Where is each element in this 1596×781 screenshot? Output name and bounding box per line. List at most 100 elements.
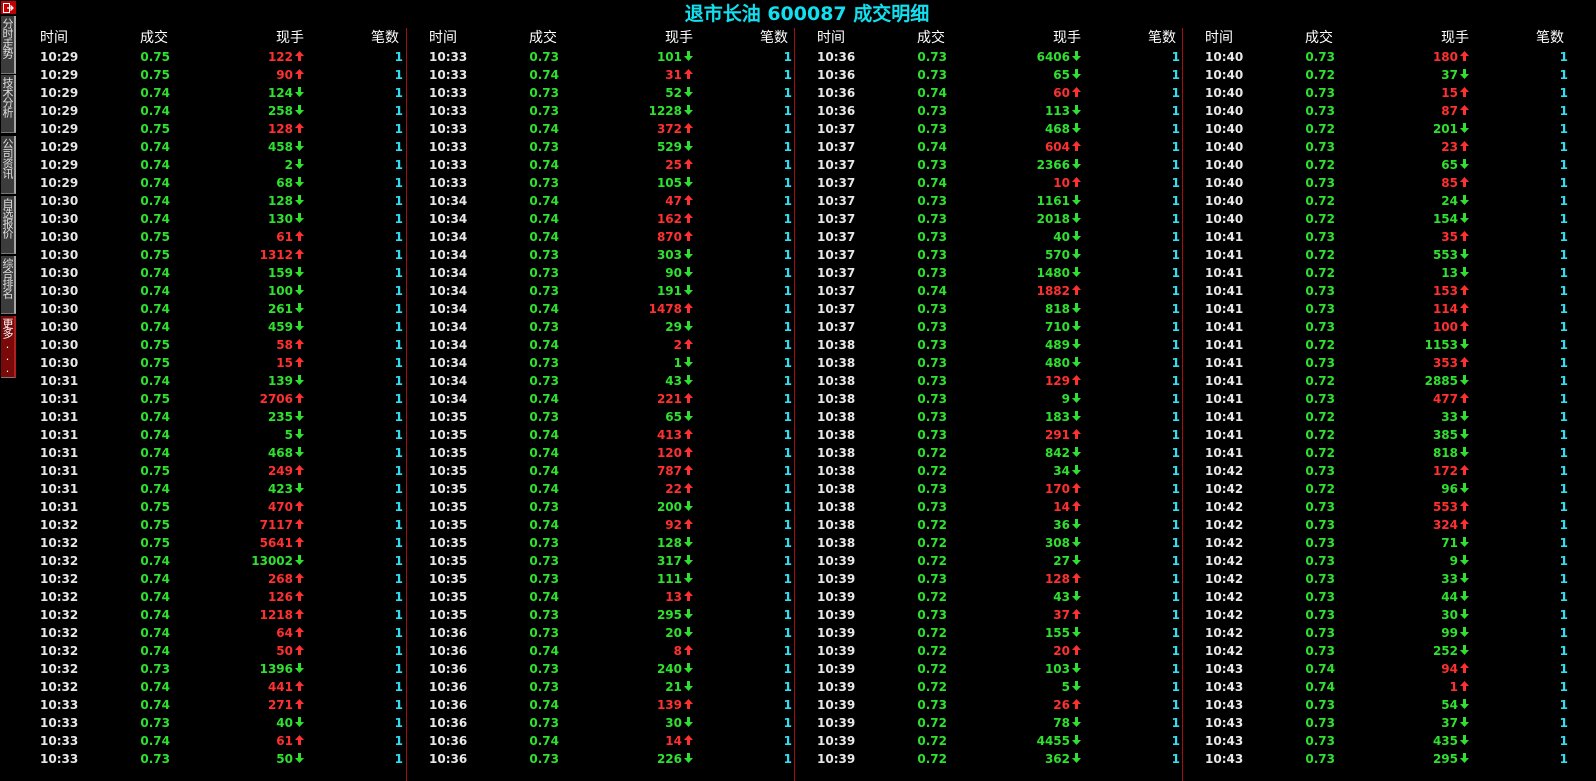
table-row[interactable]: 10:40 0.73 85 1 [1183,174,1577,192]
table-row[interactable]: 10:35 0.74 92 1 [407,516,801,534]
table-row[interactable]: 10:41 0.72 13 1 [1183,264,1577,282]
table-row[interactable]: 10:31 0.74 423 1 [18,480,412,498]
table-row[interactable]: 10:34 0.73 29 1 [407,318,801,336]
table-row[interactable]: 10:31 0.75 249 1 [18,462,412,480]
side-tab-technical[interactable]: 技术分析 [1,75,16,133]
table-row[interactable]: 10:42 0.73 553 1 [1183,498,1577,516]
table-row[interactable]: 10:34 0.73 303 1 [407,246,801,264]
table-row[interactable]: 10:29 0.75 122 1 [18,48,412,66]
table-row[interactable]: 10:32 0.74 268 1 [18,570,412,588]
table-row[interactable]: 10:38 0.73 291 1 [795,426,1189,444]
table-row[interactable]: 10:41 0.73 100 1 [1183,318,1577,336]
table-row[interactable]: 10:38 0.72 34 1 [795,462,1189,480]
table-row[interactable]: 10:30 0.74 130 1 [18,210,412,228]
table-row[interactable]: 10:34 0.73 43 1 [407,372,801,390]
table-row[interactable]: 10:31 0.74 5 1 [18,426,412,444]
table-row[interactable]: 10:39 0.72 4455 1 [795,732,1189,750]
table-row[interactable]: 10:43 0.74 1 1 [1183,678,1577,696]
table-row[interactable]: 10:39 0.72 20 1 [795,642,1189,660]
table-row[interactable]: 10:35 0.74 787 1 [407,462,801,480]
table-row[interactable]: 10:42 0.72 96 1 [1183,480,1577,498]
table-row[interactable]: 10:32 0.73 1396 1 [18,660,412,678]
table-row[interactable]: 10:35 0.74 413 1 [407,426,801,444]
table-row[interactable]: 10:41 0.72 1153 1 [1183,336,1577,354]
table-row[interactable]: 10:41 0.73 477 1 [1183,390,1577,408]
table-row[interactable]: 10:41 0.72 385 1 [1183,426,1577,444]
table-row[interactable]: 10:34 0.74 870 1 [407,228,801,246]
table-row[interactable]: 10:42 0.73 99 1 [1183,624,1577,642]
table-row[interactable]: 10:38 0.72 842 1 [795,444,1189,462]
table-row[interactable]: 10:33 0.73 101 1 [407,48,801,66]
side-tab-watchlist[interactable]: 自选报价 [1,196,16,254]
table-row[interactable]: 10:39 0.73 37 1 [795,606,1189,624]
table-row[interactable]: 10:41 0.73 153 1 [1183,282,1577,300]
table-row[interactable]: 10:42 0.73 252 1 [1183,642,1577,660]
table-row[interactable]: 10:36 0.73 20 1 [407,624,801,642]
table-row[interactable]: 10:34 0.74 162 1 [407,210,801,228]
table-row[interactable]: 10:29 0.74 68 1 [18,174,412,192]
table-row[interactable]: 10:35 0.73 200 1 [407,498,801,516]
table-row[interactable]: 10:41 0.72 33 1 [1183,408,1577,426]
table-row[interactable]: 10:36 0.74 139 1 [407,696,801,714]
table-row[interactable]: 10:29 0.74 124 1 [18,84,412,102]
table-row[interactable]: 10:37 0.73 2018 1 [795,210,1189,228]
table-row[interactable]: 10:30 0.74 100 1 [18,282,412,300]
side-tab-company[interactable]: 公司资讯 [1,136,16,194]
table-row[interactable]: 10:37 0.74 10 1 [795,174,1189,192]
table-row[interactable]: 10:32 0.75 5641 1 [18,534,412,552]
table-row[interactable]: 10:33 0.74 25 1 [407,156,801,174]
table-row[interactable]: 10:38 0.73 129 1 [795,372,1189,390]
table-row[interactable]: 10:29 0.74 258 1 [18,102,412,120]
table-row[interactable]: 10:37 0.73 40 1 [795,228,1189,246]
table-row[interactable]: 10:40 0.73 23 1 [1183,138,1577,156]
table-row[interactable]: 10:41 0.73 353 1 [1183,354,1577,372]
table-row[interactable]: 10:42 0.73 324 1 [1183,516,1577,534]
table-row[interactable]: 10:36 0.73 30 1 [407,714,801,732]
table-row[interactable]: 10:35 0.73 128 1 [407,534,801,552]
table-row[interactable]: 10:41 0.72 553 1 [1183,246,1577,264]
table-row[interactable]: 10:32 0.74 126 1 [18,588,412,606]
table-row[interactable]: 10:33 0.73 105 1 [407,174,801,192]
table-row[interactable]: 10:35 0.73 65 1 [407,408,801,426]
table-row[interactable]: 10:36 0.73 226 1 [407,750,801,768]
table-row[interactable]: 10:31 0.74 139 1 [18,372,412,390]
table-row[interactable]: 10:41 0.73 35 1 [1183,228,1577,246]
table-row[interactable]: 10:36 0.73 113 1 [795,102,1189,120]
table-row[interactable]: 10:40 0.73 15 1 [1183,84,1577,102]
table-row[interactable]: 10:35 0.74 13 1 [407,588,801,606]
table-row[interactable]: 10:34 0.73 90 1 [407,264,801,282]
table-row[interactable]: 10:38 0.73 170 1 [795,480,1189,498]
table-row[interactable]: 10:29 0.75 90 1 [18,66,412,84]
table-row[interactable]: 10:38 0.73 480 1 [795,354,1189,372]
table-row[interactable]: 10:42 0.73 172 1 [1183,462,1577,480]
table-row[interactable]: 10:42 0.73 71 1 [1183,534,1577,552]
table-row[interactable]: 10:35 0.73 317 1 [407,552,801,570]
table-row[interactable]: 10:36 0.74 60 1 [795,84,1189,102]
table-row[interactable]: 10:33 0.73 1228 1 [407,102,801,120]
table-row[interactable]: 10:40 0.72 24 1 [1183,192,1577,210]
table-row[interactable]: 10:34 0.74 221 1 [407,390,801,408]
table-row[interactable]: 10:36 0.73 6406 1 [795,48,1189,66]
table-row[interactable]: 10:43 0.73 37 1 [1183,714,1577,732]
table-row[interactable]: 10:43 0.73 435 1 [1183,732,1577,750]
table-row[interactable]: 10:33 0.73 40 1 [18,714,412,732]
table-row[interactable]: 10:40 0.72 37 1 [1183,66,1577,84]
table-row[interactable]: 10:39 0.72 362 1 [795,750,1189,768]
table-row[interactable]: 10:30 0.74 459 1 [18,318,412,336]
table-row[interactable]: 10:43 0.73 295 1 [1183,750,1577,768]
table-row[interactable]: 10:37 0.73 710 1 [795,318,1189,336]
table-row[interactable]: 10:33 0.74 271 1 [18,696,412,714]
table-row[interactable]: 10:30 0.74 261 1 [18,300,412,318]
table-row[interactable]: 10:40 0.73 180 1 [1183,48,1577,66]
table-row[interactable]: 10:30 0.74 128 1 [18,192,412,210]
table-row[interactable]: 10:36 0.74 14 1 [407,732,801,750]
table-row[interactable]: 10:35 0.73 111 1 [407,570,801,588]
table-row[interactable]: 10:34 0.73 1 1 [407,354,801,372]
table-row[interactable]: 10:39 0.73 128 1 [795,570,1189,588]
table-row[interactable]: 10:33 0.74 372 1 [407,120,801,138]
table-row[interactable]: 10:32 0.75 7117 1 [18,516,412,534]
table-row[interactable]: 10:38 0.73 14 1 [795,498,1189,516]
table-row[interactable]: 10:33 0.73 529 1 [407,138,801,156]
table-row[interactable]: 10:33 0.74 31 1 [407,66,801,84]
table-row[interactable]: 10:35 0.74 120 1 [407,444,801,462]
